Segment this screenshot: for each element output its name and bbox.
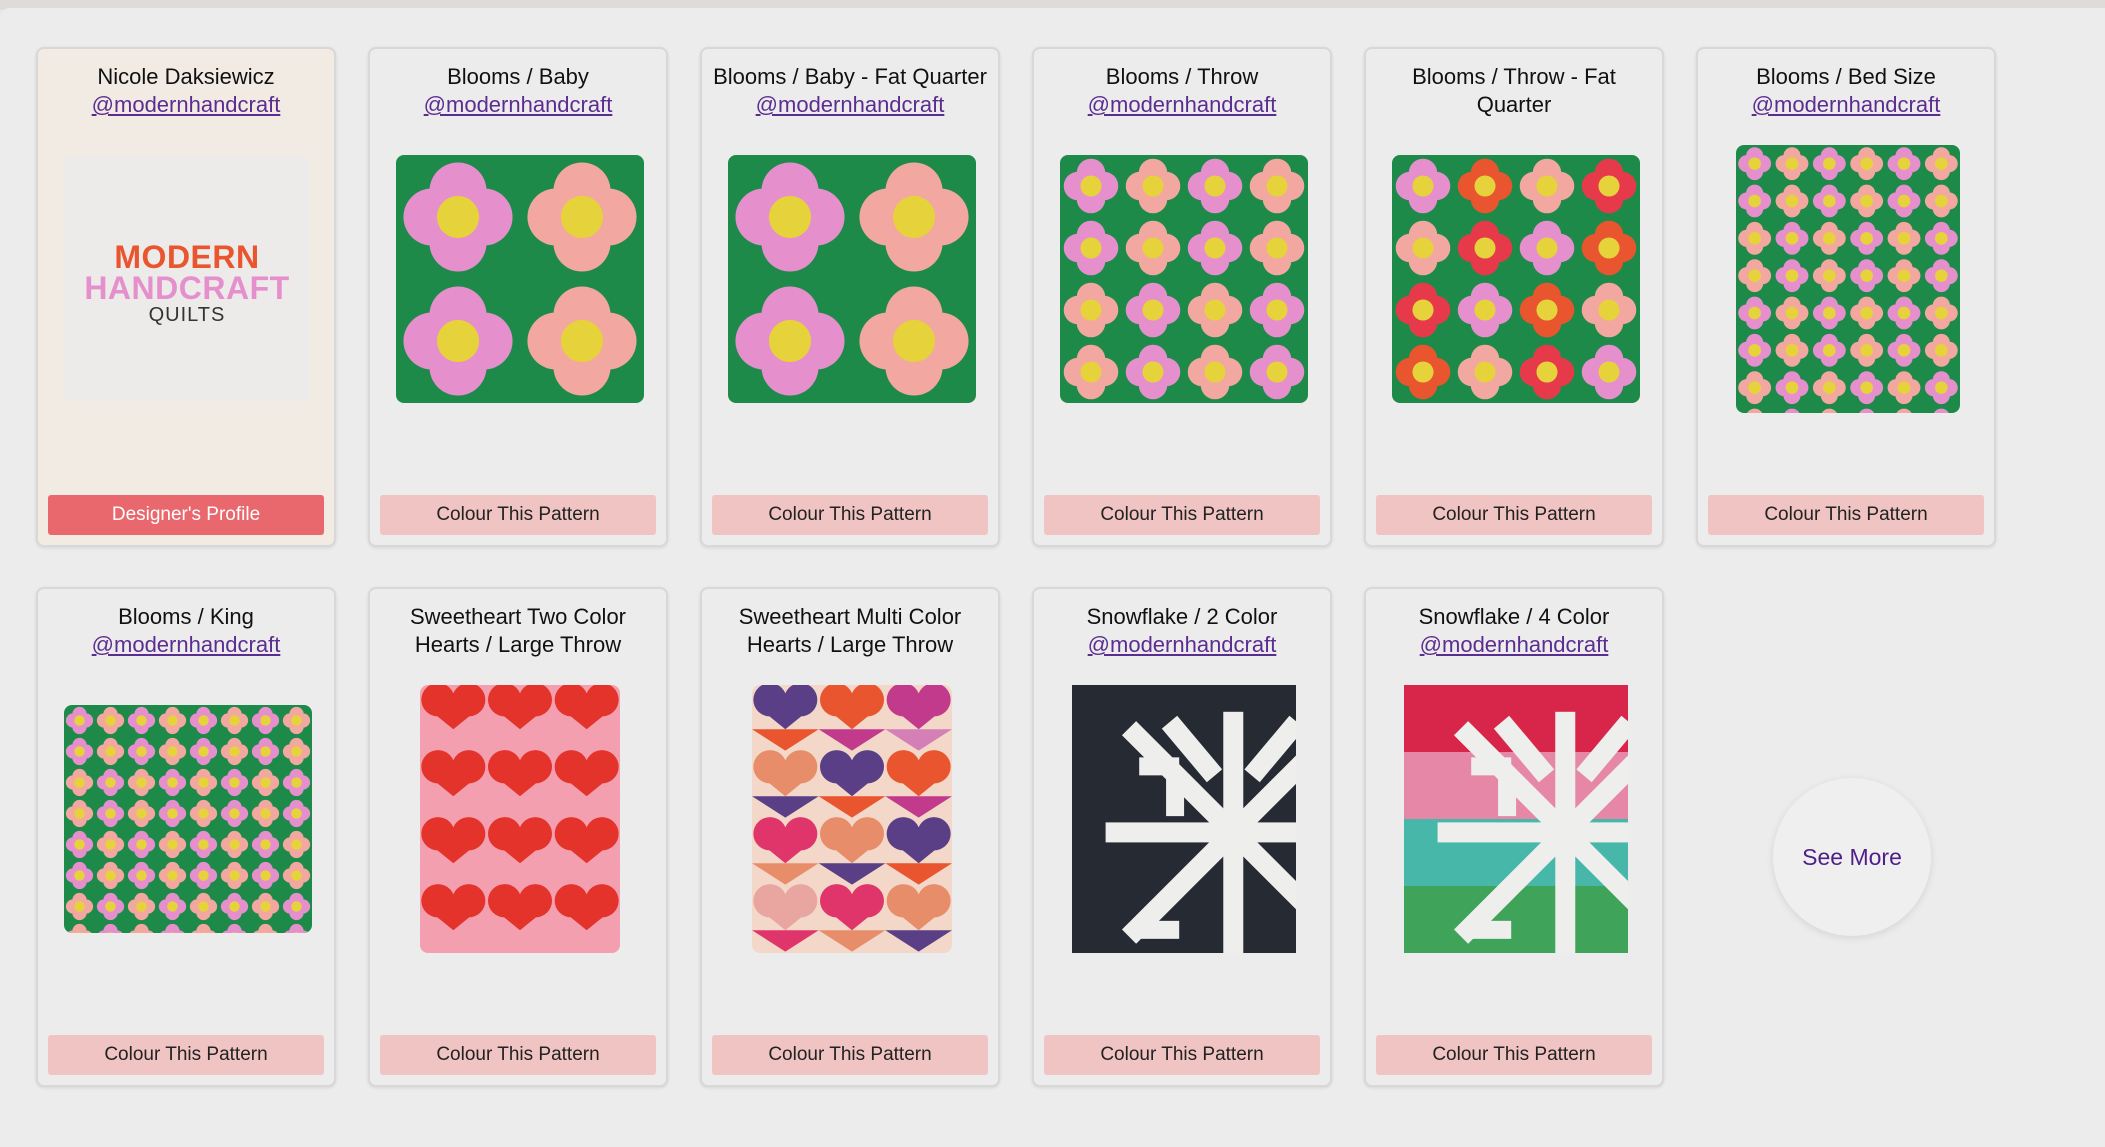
pattern-handle-link[interactable]: @modernhandcraft xyxy=(48,631,324,659)
pattern-handle-link[interactable]: @modernhandcraft xyxy=(712,91,988,119)
colour-this-pattern-button[interactable]: Colour This Pattern xyxy=(48,1035,324,1075)
pattern-title: Snowflake / 2 Color xyxy=(1086,604,1278,629)
logo-line-modern: MODERN xyxy=(114,239,260,275)
pattern-card-sweetheart-two-color: Sweetheart Two Color Hearts / Large Thro… xyxy=(368,587,668,1087)
pattern-title: Blooms / Throw xyxy=(1105,64,1259,89)
pattern-title: Blooms / Baby - Fat Quarter xyxy=(713,64,987,89)
designer-logo: MODERN HANDCRAFT QUILTS xyxy=(64,155,310,401)
pattern-thumbnail[interactable] xyxy=(1060,155,1308,403)
pattern-title: Blooms / Baby xyxy=(447,64,589,89)
colour-this-pattern-button[interactable]: Colour This Pattern xyxy=(380,1035,656,1075)
pattern-title: Blooms / King xyxy=(118,604,254,629)
colour-this-pattern-button[interactable]: Colour This Pattern xyxy=(1708,495,1984,535)
designer-handle-link[interactable]: @modernhandcraft xyxy=(48,91,324,119)
colour-this-pattern-button[interactable]: Colour This Pattern xyxy=(1376,495,1652,535)
pattern-title: Sweetheart Multi Color Hearts / Large Th… xyxy=(738,604,962,657)
pattern-thumbnail[interactable] xyxy=(420,685,620,953)
designer-name: Nicole Daksiewicz xyxy=(97,64,275,89)
pattern-handle-link[interactable]: @modernhandcraft xyxy=(1044,91,1320,119)
pattern-thumbnail[interactable] xyxy=(728,155,976,403)
pattern-title: Snowflake / 4 Color xyxy=(1418,604,1610,629)
pattern-thumbnail[interactable] xyxy=(1072,685,1296,953)
colour-this-pattern-button[interactable]: Colour This Pattern xyxy=(712,1035,988,1075)
pattern-card-snowflake-4-color: Snowflake / 4 Color @modernhandcraft Col… xyxy=(1364,587,1664,1087)
pattern-card-sweetheart-multi-color: Sweetheart Multi Color Hearts / Large Th… xyxy=(700,587,1000,1087)
logo-line-quilts: QUILTS xyxy=(148,304,226,326)
pattern-title: Sweetheart Two Color Hearts / Large Thro… xyxy=(409,604,627,657)
colour-this-pattern-button[interactable]: Colour This Pattern xyxy=(1044,495,1320,535)
pattern-thumbnail[interactable] xyxy=(396,155,644,403)
pattern-thumbnail[interactable] xyxy=(64,705,312,933)
pattern-card-blooms-king: Blooms / King @modernhandcraft Colour Th… xyxy=(36,587,336,1087)
pattern-card-blooms-baby: Blooms / Baby @modernhandcraft Colour Th… xyxy=(368,47,668,547)
pattern-handle-link[interactable]: @modernhandcraft xyxy=(1044,631,1320,659)
pattern-title: Blooms / Bed Size xyxy=(1756,64,1936,89)
pattern-card-blooms-bed-size: Blooms / Bed Size @modernhandcraft Colou… xyxy=(1696,47,1996,547)
pattern-handle-link[interactable]: @modernhandcraft xyxy=(1376,631,1652,659)
see-more-button[interactable]: See More xyxy=(1773,778,1931,936)
pattern-title: Blooms / Throw - Fat Quarter xyxy=(1412,64,1616,117)
pattern-thumbnail[interactable] xyxy=(1404,685,1628,953)
logo-line-handcraft: HANDCRAFT xyxy=(84,270,290,306)
designer-card: Nicole Daksiewicz @modernhandcraft MODER… xyxy=(36,47,336,547)
pattern-card-blooms-throw-fat-quarter: Blooms / Throw - Fat Quarter Colour This… xyxy=(1364,47,1664,547)
colour-this-pattern-button[interactable]: Colour This Pattern xyxy=(712,495,988,535)
colour-this-pattern-button[interactable]: Colour This Pattern xyxy=(1044,1035,1320,1075)
designers-profile-button[interactable]: Designer's Profile xyxy=(48,495,324,535)
colour-this-pattern-button[interactable]: Colour This Pattern xyxy=(1376,1035,1652,1075)
pattern-card-blooms-throw: Blooms / Throw @modernhandcraft Colour T… xyxy=(1032,47,1332,547)
pattern-handle-link[interactable]: @modernhandcraft xyxy=(380,91,656,119)
pattern-handle-link[interactable]: @modernhandcraft xyxy=(1708,91,1984,119)
pattern-card-blooms-baby-fat-quarter: Blooms / Baby - Fat Quarter @modernhandc… xyxy=(700,47,1000,547)
pattern-card-snowflake-2-color: Snowflake / 2 Color @modernhandcraft Col… xyxy=(1032,587,1332,1087)
pattern-thumbnail[interactable] xyxy=(1392,155,1640,403)
pattern-thumbnail[interactable] xyxy=(752,685,952,953)
pattern-thumbnail[interactable] xyxy=(1736,145,1960,413)
colour-this-pattern-button[interactable]: Colour This Pattern xyxy=(380,495,656,535)
